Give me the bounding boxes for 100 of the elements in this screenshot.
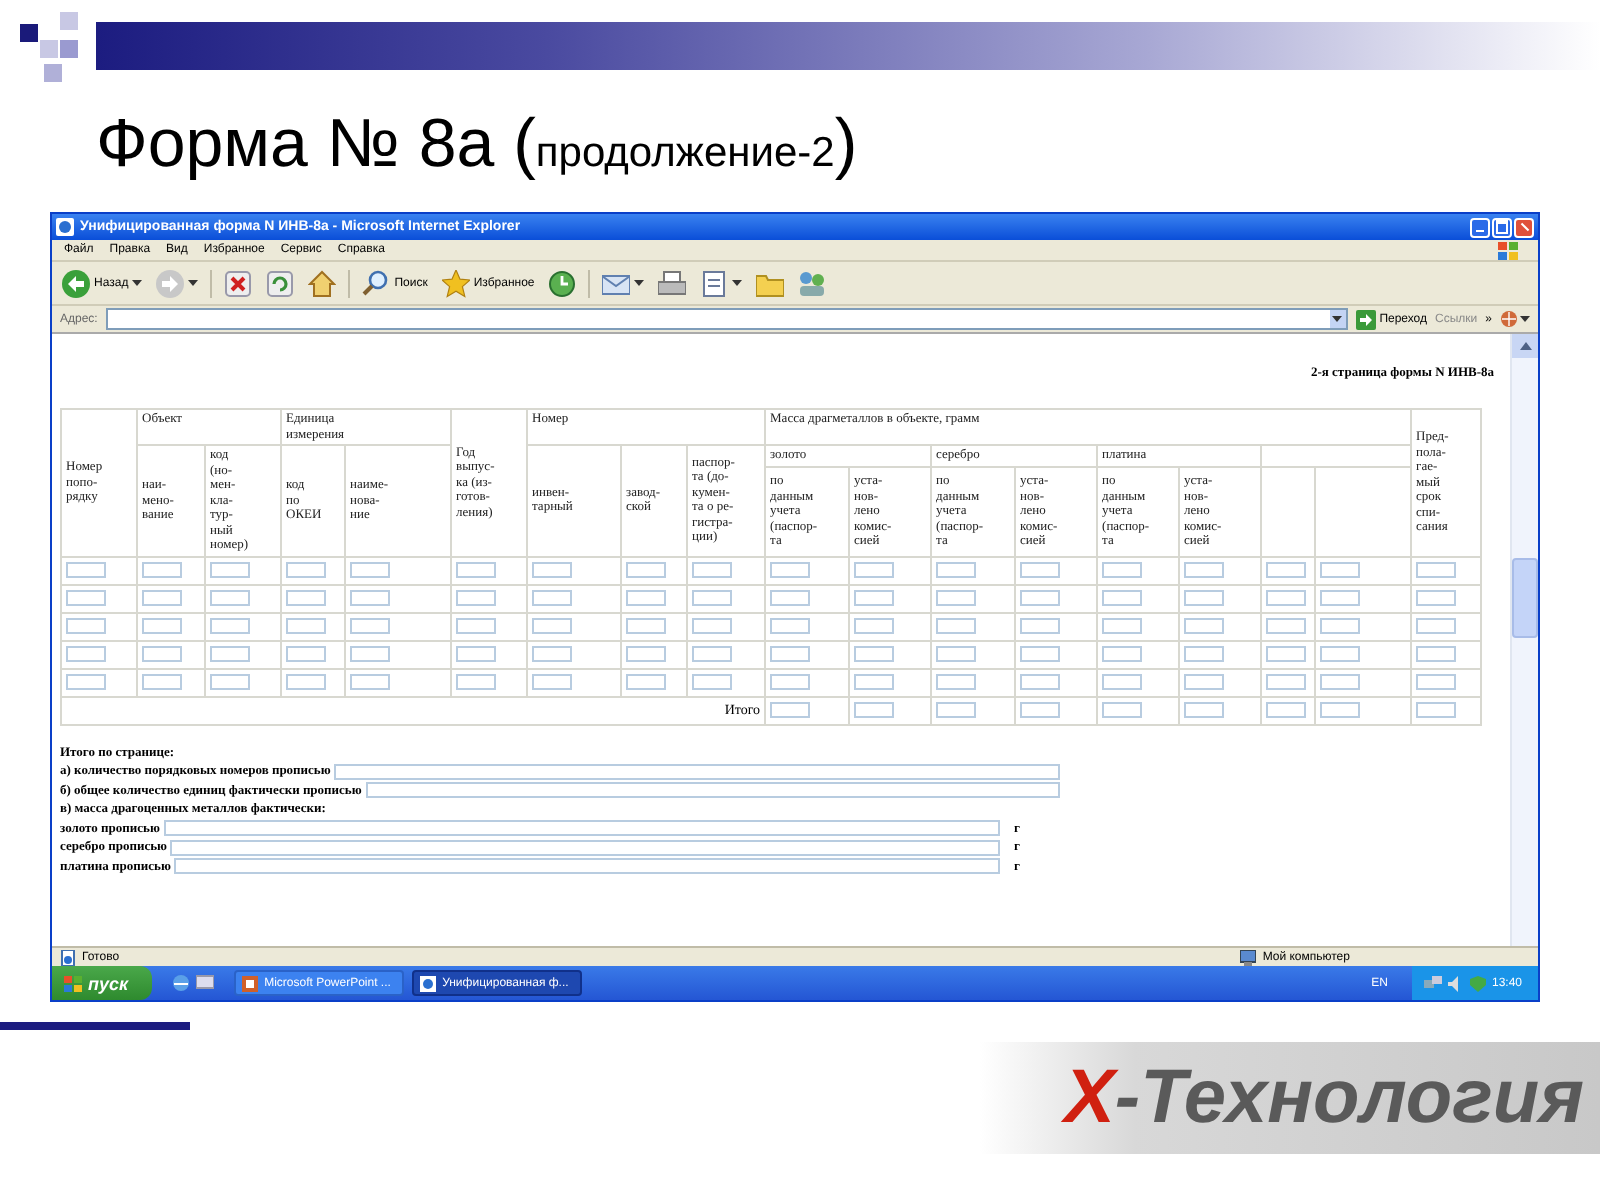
input-field[interactable] bbox=[286, 590, 326, 606]
input-field[interactable] bbox=[365, 782, 1060, 799]
input-field[interactable] bbox=[1416, 646, 1457, 662]
home-button[interactable] bbox=[306, 265, 339, 301]
input-field[interactable] bbox=[692, 674, 733, 690]
input-field[interactable] bbox=[142, 590, 182, 606]
input-field[interactable] bbox=[1416, 702, 1457, 718]
stop-button[interactable] bbox=[222, 265, 255, 301]
minimize-button[interactable] bbox=[1470, 217, 1490, 237]
input-field[interactable] bbox=[210, 562, 250, 578]
input-field[interactable] bbox=[456, 646, 497, 662]
input-field[interactable] bbox=[350, 646, 390, 662]
input-field[interactable] bbox=[1320, 562, 1361, 578]
input-field[interactable] bbox=[770, 646, 811, 662]
input-field[interactable] bbox=[626, 674, 667, 690]
input-field[interactable] bbox=[1184, 702, 1225, 718]
forward-button[interactable] bbox=[154, 265, 201, 301]
input-field[interactable] bbox=[1266, 702, 1307, 718]
input-field[interactable] bbox=[286, 618, 326, 634]
input-field[interactable] bbox=[936, 646, 977, 662]
browser-icon[interactable] bbox=[172, 974, 191, 992]
print-button[interactable] bbox=[656, 265, 689, 301]
input-field[interactable] bbox=[1416, 618, 1457, 634]
input-field[interactable] bbox=[532, 562, 573, 578]
input-field[interactable] bbox=[1266, 562, 1307, 578]
input-field[interactable] bbox=[1102, 590, 1143, 606]
input-field[interactable] bbox=[936, 618, 977, 634]
input-field[interactable] bbox=[1320, 590, 1361, 606]
input-field[interactable] bbox=[210, 674, 250, 690]
input-field[interactable] bbox=[174, 858, 1000, 875]
close-button[interactable] bbox=[1514, 217, 1534, 237]
input-field[interactable] bbox=[1102, 646, 1143, 662]
input-field[interactable] bbox=[1102, 562, 1143, 578]
input-field[interactable] bbox=[350, 674, 390, 690]
scrollbar-thumb[interactable] bbox=[1512, 558, 1538, 638]
input-field[interactable] bbox=[66, 562, 106, 578]
input-field[interactable] bbox=[854, 562, 895, 578]
input-field[interactable] bbox=[142, 562, 182, 578]
input-field[interactable] bbox=[66, 646, 106, 662]
input-field[interactable] bbox=[142, 646, 182, 662]
input-field[interactable] bbox=[210, 618, 250, 634]
input-field[interactable] bbox=[1184, 590, 1225, 606]
refresh-button[interactable] bbox=[264, 265, 297, 301]
input-field[interactable] bbox=[66, 674, 106, 690]
input-field[interactable] bbox=[1320, 702, 1361, 718]
input-field[interactable] bbox=[854, 590, 895, 606]
input-field[interactable] bbox=[286, 674, 326, 690]
history-button[interactable] bbox=[546, 265, 579, 301]
input-field[interactable] bbox=[626, 646, 667, 662]
address-field[interactable] bbox=[105, 308, 1348, 330]
input-field[interactable] bbox=[1020, 590, 1061, 606]
input-field[interactable] bbox=[1184, 562, 1225, 578]
input-field[interactable] bbox=[854, 618, 895, 634]
input-field[interactable] bbox=[770, 674, 811, 690]
input-field[interactable] bbox=[936, 562, 977, 578]
input-field[interactable] bbox=[1020, 618, 1061, 634]
network-icon[interactable] bbox=[1423, 975, 1442, 991]
input-field[interactable] bbox=[142, 674, 182, 690]
input-field[interactable] bbox=[350, 562, 390, 578]
start-button[interactable]: пуск bbox=[52, 966, 153, 1000]
input-field[interactable] bbox=[1020, 702, 1061, 718]
input-field[interactable] bbox=[1020, 674, 1061, 690]
input-field[interactable] bbox=[1320, 618, 1361, 634]
input-field[interactable] bbox=[692, 618, 733, 634]
input-field[interactable] bbox=[456, 590, 497, 606]
input-field[interactable] bbox=[456, 674, 497, 690]
input-field[interactable] bbox=[350, 590, 390, 606]
input-field[interactable] bbox=[532, 674, 573, 690]
input-field[interactable] bbox=[1184, 646, 1225, 662]
input-field[interactable] bbox=[692, 590, 733, 606]
input-field[interactable] bbox=[854, 702, 895, 718]
input-field[interactable] bbox=[66, 618, 106, 634]
dropdown-button[interactable] bbox=[1329, 310, 1346, 328]
input-field[interactable] bbox=[1416, 590, 1457, 606]
input-field[interactable] bbox=[626, 590, 667, 606]
input-field[interactable] bbox=[770, 562, 811, 578]
input-field[interactable] bbox=[170, 839, 1000, 856]
input-field[interactable] bbox=[532, 646, 573, 662]
input-field[interactable] bbox=[626, 618, 667, 634]
input-field[interactable] bbox=[1266, 674, 1307, 690]
input-field[interactable] bbox=[854, 646, 895, 662]
extension-button[interactable] bbox=[1500, 310, 1530, 328]
input-field[interactable] bbox=[286, 562, 326, 578]
input-field[interactable] bbox=[936, 702, 977, 718]
input-field[interactable] bbox=[936, 590, 977, 606]
input-field[interactable] bbox=[210, 590, 250, 606]
input-field[interactable] bbox=[210, 646, 250, 662]
input-field[interactable] bbox=[692, 646, 733, 662]
input-field[interactable] bbox=[1266, 618, 1307, 634]
desktop-icon[interactable] bbox=[196, 974, 215, 992]
input-field[interactable] bbox=[286, 646, 326, 662]
input-field[interactable] bbox=[770, 590, 811, 606]
input-field[interactable] bbox=[334, 763, 1060, 780]
input-field[interactable] bbox=[1020, 646, 1061, 662]
input-field[interactable] bbox=[1416, 562, 1457, 578]
input-field[interactable] bbox=[456, 562, 497, 578]
maximize-button[interactable] bbox=[1492, 217, 1512, 237]
input-field[interactable] bbox=[854, 674, 895, 690]
scrollbar[interactable] bbox=[1510, 334, 1538, 946]
input-field[interactable] bbox=[163, 820, 1000, 837]
